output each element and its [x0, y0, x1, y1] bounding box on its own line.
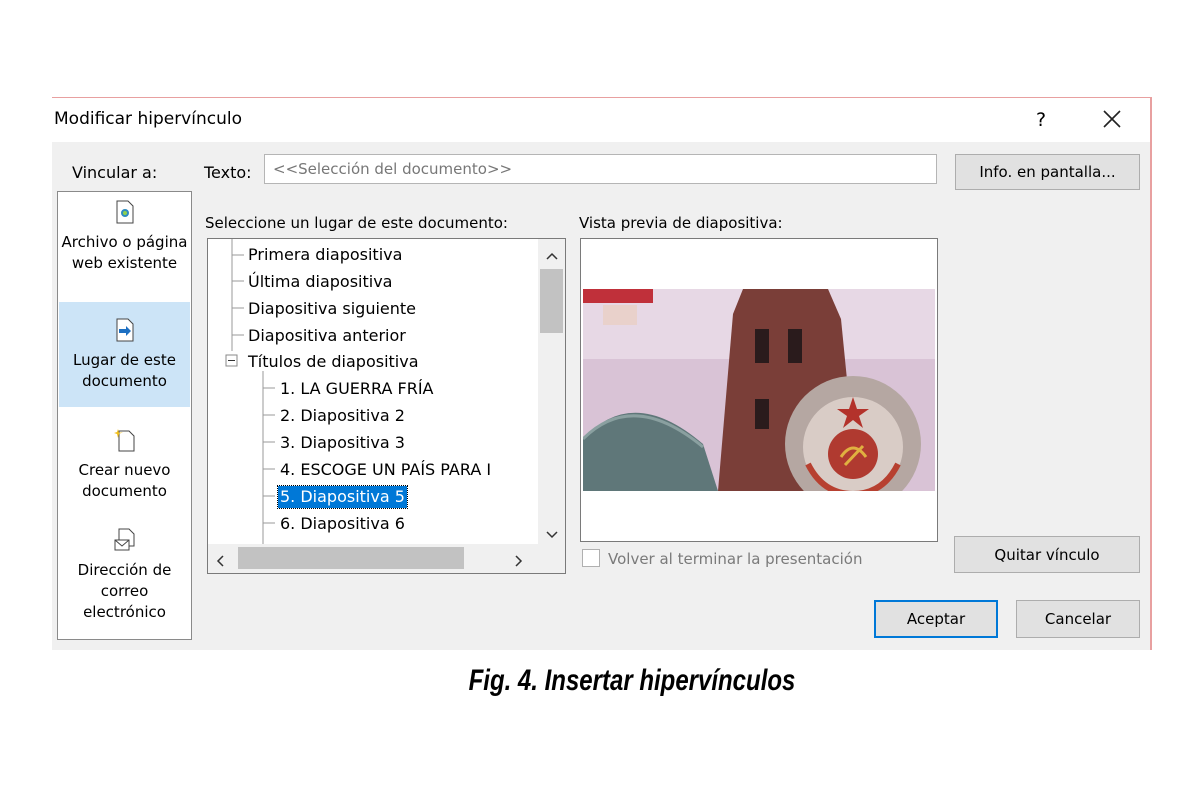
tree-item[interactable]: 1. LA GUERRA FRÍA [280, 378, 433, 400]
link-to-panel: Archivo o página web existente Lugar de … [57, 191, 192, 640]
return-checkbox-label: Volver al terminar la presentación [608, 550, 863, 568]
title-bar: Modificar hipervínculo ? [52, 98, 1150, 142]
ok-button[interactable]: Aceptar [874, 600, 998, 638]
vertical-scroll-thumb[interactable] [540, 269, 563, 333]
link-to-label: Vincular a: [72, 163, 158, 182]
scroll-up-icon[interactable] [546, 245, 558, 264]
slide-preview [580, 238, 938, 542]
tree-item[interactable]: Última diapositiva [248, 271, 392, 293]
link-option-existing-file[interactable]: Archivo o página web existente [59, 200, 190, 298]
link-option-place-in-document[interactable]: Lugar de este documento [59, 302, 190, 407]
help-button[interactable]: ? [1027, 106, 1055, 134]
return-after-presentation-checkbox[interactable] [582, 549, 600, 567]
tree-item-selected[interactable]: 5. Diapositiva 5 [277, 485, 408, 509]
tree-item[interactable]: Primera diapositiva [248, 244, 402, 266]
link-option-label: Lugar de este documento [73, 351, 176, 390]
place-in-document-icon [59, 302, 190, 348]
link-option-new-document[interactable]: Crear nuevo documento [59, 420, 190, 520]
link-option-label: Archivo o página web existente [61, 233, 188, 272]
display-text-input[interactable] [265, 155, 936, 183]
horizontal-scrollbar[interactable] [208, 544, 565, 573]
screentip-button[interactable]: Info. en pantalla... [955, 154, 1140, 190]
existing-file-icon [59, 200, 190, 230]
tree-item[interactable]: 4. ESCOGE UN PAÍS PARA I [280, 459, 491, 481]
link-option-label: Dirección de correo electrónico [77, 561, 172, 621]
place-label: Seleccione un lugar de este documento: [205, 214, 508, 232]
slide-thumbnail-image [583, 289, 935, 491]
dialog-title: Modificar hipervínculo [54, 109, 242, 129]
vertical-scrollbar[interactable] [538, 239, 565, 544]
hyperlink-dialog: Modificar hipervínculo ? Vincular a: Arc… [52, 97, 1152, 650]
tree-item[interactable]: Diapositiva anterior [248, 325, 406, 347]
display-text-field[interactable] [264, 154, 937, 184]
tree-item[interactable]: Diapositiva siguiente [248, 298, 416, 320]
new-document-icon [59, 420, 190, 458]
scroll-left-icon[interactable] [216, 552, 224, 571]
text-label: Texto: [204, 163, 252, 182]
link-option-email-address[interactable]: Dirección de correo electrónico [59, 528, 190, 628]
tree-item[interactable]: 3. Diapositiva 3 [280, 432, 405, 454]
tree-item[interactable]: 6. Diapositiva 6 [280, 513, 405, 535]
close-icon[interactable] [1097, 104, 1127, 134]
tree-item[interactable]: 2. Diapositiva 2 [280, 405, 405, 427]
scroll-right-icon[interactable] [515, 552, 523, 571]
horizontal-scroll-thumb[interactable] [238, 547, 464, 569]
email-address-icon [59, 528, 190, 558]
cancel-button[interactable]: Cancelar [1016, 600, 1140, 638]
place-tree[interactable]: Primera diapositiva Última diapositiva D… [207, 238, 566, 574]
link-option-label: Crear nuevo documento [78, 461, 171, 500]
preview-label: Vista previa de diapositiva: [579, 214, 783, 232]
scroll-down-icon[interactable] [546, 524, 558, 543]
remove-link-button[interactable]: Quitar vínculo [954, 536, 1140, 573]
tree-item[interactable]: Títulos de diapositiva [248, 351, 419, 373]
figure-caption: Fig. 4. Insertar hipervínculos [468, 664, 796, 697]
